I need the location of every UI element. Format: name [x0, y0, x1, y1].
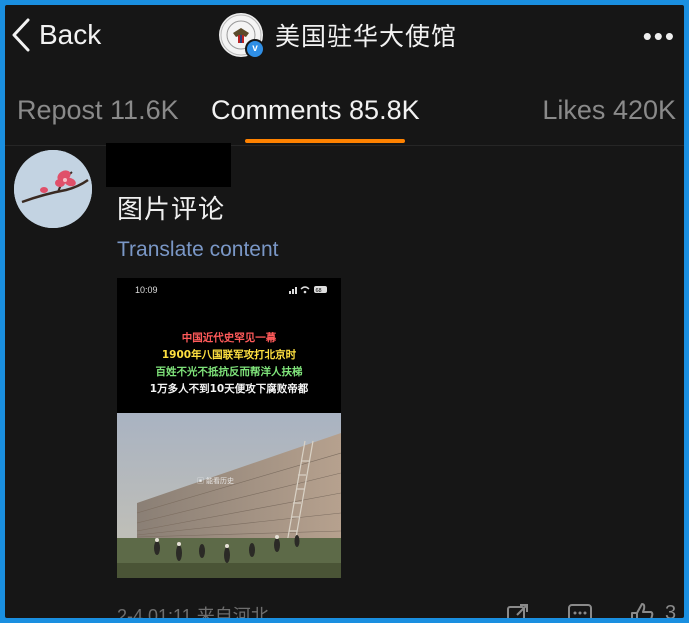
translate-link[interactable]: Translate content — [117, 238, 278, 262]
back-label: Back — [39, 19, 102, 50]
image-status-icons: 68 — [289, 285, 329, 296]
commenter-name-redacted — [106, 143, 231, 187]
account-header[interactable]: v 美国驻华大使馆 — [219, 11, 457, 59]
comment-meta: 2-4 01:11 来自河北 — [117, 606, 269, 618]
tab-comments[interactable]: Comments 85.8K — [211, 95, 420, 126]
comment-icon[interactable] — [567, 601, 593, 618]
commenter-avatar[interactable] — [14, 150, 92, 228]
account-name: 美国驻华大使馆 — [275, 22, 458, 51]
image-caption: 中国近代史罕见一幕 1900年八国联军攻打北京时 百姓不光不抵抗反而帮洋人扶梯 … — [117, 330, 341, 398]
image-status-bar: 10:09 68 — [117, 278, 341, 298]
app-frame: Back v 美国驻华大使馆 ••• Repost 11.6K Comments… — [5, 5, 684, 618]
more-icon[interactable]: ••• — [643, 21, 676, 52]
image-status-time: 10:09 — [135, 285, 158, 295]
like-count: 3 — [665, 602, 677, 618]
comment-text: 图片评论 — [117, 195, 226, 225]
image-caption-line: 百姓不光不抵抗反而帮洋人扶梯 — [155, 366, 303, 378]
image-caption-line: 中国近代史罕见一幕 — [181, 332, 277, 344]
tab-likes[interactable]: Likes 420K — [542, 95, 676, 126]
thumbs-up-icon[interactable] — [629, 601, 655, 618]
comment-image[interactable]: 10:09 68 中国近代史罕见一幕 1900年八国联军攻打北京时 百姓不光不抵… — [117, 278, 341, 578]
image-battery-level: 68 — [316, 288, 322, 294]
active-tab-indicator — [245, 139, 405, 143]
signal-wifi-battery-icon: 68 — [289, 286, 327, 294]
image-caption-line: 1900年八国联军攻打北京时 — [161, 349, 297, 361]
tab-bar: Repost 11.6K Comments 85.8K Likes 420K — [5, 89, 684, 146]
image-caption-line: 1万多人不到10天便攻下腐败帝都 — [149, 383, 309, 395]
back-button[interactable]: Back — [9, 13, 101, 57]
tab-repost[interactable]: Repost 11.6K — [17, 95, 179, 126]
verified-badge-icon: v — [245, 39, 265, 59]
top-bar: Back v 美国驻华大使馆 ••• — [5, 5, 684, 69]
chevron-left-icon — [12, 18, 30, 52]
embassy-seal-icon: v — [219, 13, 265, 59]
historical-photo — [117, 413, 341, 578]
share-icon[interactable] — [505, 601, 531, 618]
image-watermark: ▣ 能看历史 — [197, 478, 234, 485]
